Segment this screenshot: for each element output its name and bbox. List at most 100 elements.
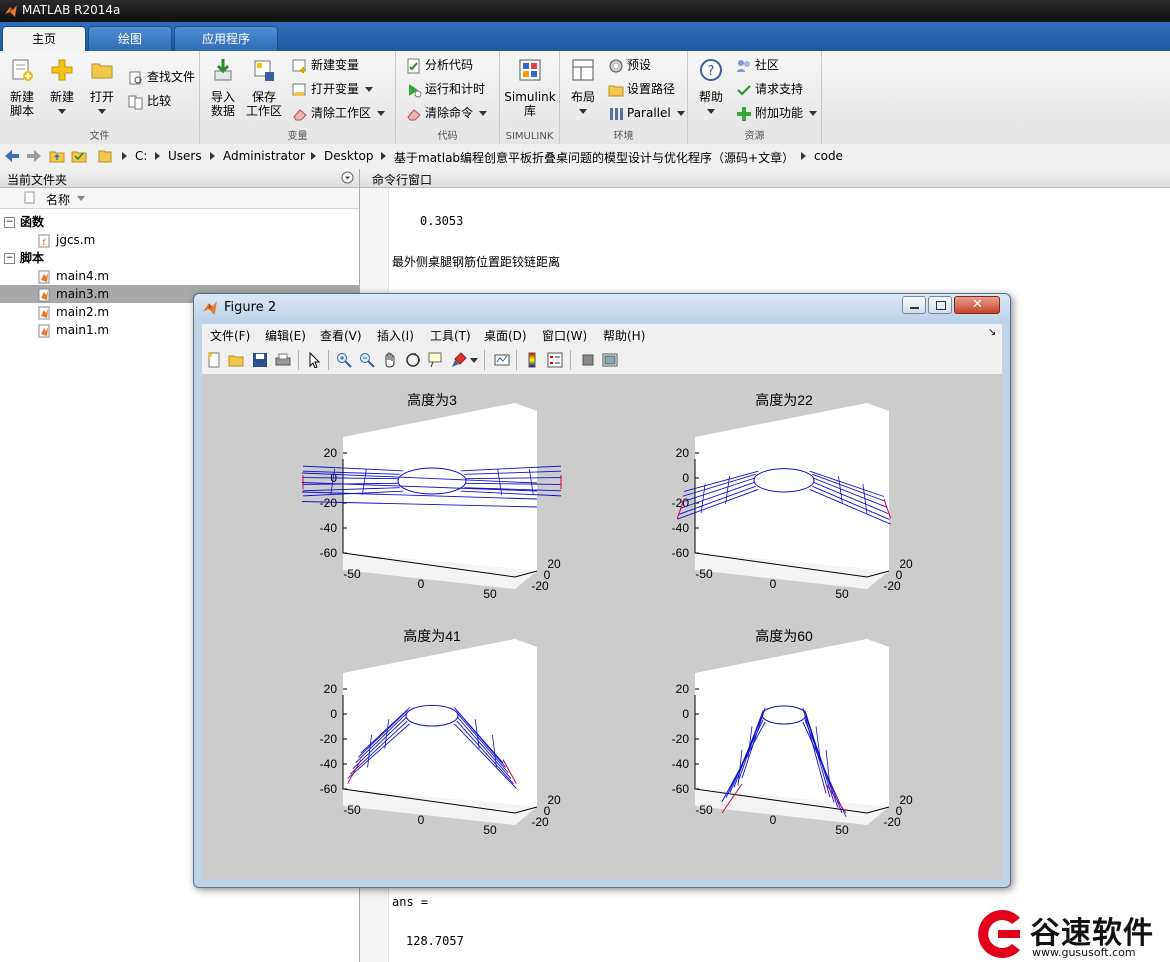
collapse-icon[interactable]: − — [4, 253, 15, 264]
pan-hand-icon[interactable] — [382, 352, 398, 368]
import-data-button[interactable]: 导入 数据 — [203, 57, 243, 118]
tab-home[interactable]: 主页 — [2, 26, 86, 51]
file-item[interactable]: main4.m — [38, 267, 109, 285]
layout-icon — [572, 59, 594, 81]
figure-window[interactable]: Figure 2 ✕ 文件(F) 编辑(E) 查看(V) 插入(I) 工具(T)… — [193, 293, 1011, 888]
close-button[interactable]: ✕ — [954, 296, 1000, 314]
run-time-icon — [409, 83, 422, 97]
x-tick-label: 50 — [835, 823, 849, 837]
tree-group-scripts[interactable]: − 脚本 — [4, 249, 44, 267]
new-figure-icon[interactable] — [206, 352, 222, 368]
browse-folder-icon[interactable] — [71, 148, 87, 164]
collapse-icon[interactable]: − — [4, 217, 15, 228]
clear-workspace-button[interactable]: 清除工作区 — [292, 103, 386, 123]
new-script-button[interactable]: 新建 脚本 — [2, 57, 42, 118]
simulink-library-button[interactable]: Simulink 库 — [504, 57, 556, 118]
tree-group-label: 脚本 — [20, 251, 45, 265]
file-item[interactable]: main1.m — [38, 321, 109, 339]
link-plot-icon[interactable] — [494, 352, 510, 368]
menu-help[interactable]: 帮助(H) — [603, 327, 645, 344]
menu-insert[interactable]: 插入(I) — [377, 327, 414, 344]
zoom-in-icon[interactable] — [336, 352, 352, 368]
back-arrow-icon[interactable] — [4, 149, 20, 163]
import-data-label: 导入 数据 — [210, 90, 235, 118]
legend-icon[interactable] — [547, 352, 563, 368]
breadcrumb-users[interactable]: Users — [168, 149, 202, 163]
menu-view[interactable]: 查看(V) — [320, 327, 362, 344]
brush-icon[interactable] — [451, 352, 467, 368]
tree-group-functions[interactable]: − 函数 — [4, 213, 44, 231]
find-files-button[interactable]: 查找文件 — [128, 67, 195, 87]
new-button[interactable]: 新建 — [42, 57, 82, 118]
up-folder-icon[interactable] — [49, 148, 65, 164]
breadcrumb-drive[interactable]: C: — [135, 149, 147, 163]
colorbar-icon[interactable] — [524, 352, 540, 368]
menu-desktop[interactable]: 桌面(D) — [484, 327, 527, 344]
current-folder-address-bar: C: Users Administrator Desktop 基于matlab编… — [0, 144, 1170, 170]
data-cursor-icon[interactable] — [428, 352, 444, 368]
file-item[interactable]: main2.m — [38, 303, 109, 321]
new-variable-button[interactable]: 新建变量 — [292, 55, 359, 75]
community-button[interactable]: 社区 — [736, 55, 779, 75]
preferences-button[interactable]: 预设 — [608, 55, 651, 75]
breadcrumb-administrator[interactable]: Administrator — [223, 149, 305, 163]
analyze-code-button[interactable]: 分析代码 — [406, 55, 473, 75]
menu-tools[interactable]: 工具(T) — [430, 327, 471, 344]
breadcrumb-project-folder[interactable]: 基于matlab编程创意平板折叠桌问题的模型设计与优化程序（源码+文章） — [394, 149, 794, 166]
run-and-time-button[interactable]: 运行和计时 — [406, 79, 485, 99]
rotate-3d-icon[interactable] — [405, 352, 421, 368]
parallel-label: Parallel — [627, 106, 671, 120]
save-icon[interactable] — [252, 352, 268, 368]
output-value: 0.3053 — [420, 214, 464, 228]
set-path-button[interactable]: 设置路径 — [608, 79, 675, 99]
z-tick-label: -20 — [320, 732, 338, 746]
toolbar-separator — [328, 350, 329, 370]
open-variable-button[interactable]: 打开变量 — [292, 79, 374, 99]
tab-apps[interactable]: 应用程序 — [174, 26, 278, 51]
maximize-button[interactable] — [928, 296, 952, 314]
hide-plot-tools-icon[interactable] — [580, 352, 596, 368]
find-files-icon — [129, 71, 142, 84]
menu-file[interactable]: 文件(F) — [210, 327, 250, 344]
pointer-icon[interactable] — [306, 352, 322, 368]
layout-button[interactable]: 布局 — [563, 57, 603, 118]
tab-plots[interactable]: 绘图 — [88, 26, 172, 51]
sort-chevron-icon[interactable] — [77, 196, 85, 201]
script-file-icon — [38, 288, 50, 301]
open-button[interactable]: 打开 — [82, 57, 122, 118]
compare-icon — [128, 95, 143, 109]
menu-window[interactable]: 窗口(W) — [542, 327, 587, 344]
z-tick-label: 0 — [330, 707, 337, 721]
breadcrumb-code[interactable]: code — [814, 149, 843, 163]
chevron-down-icon — [579, 109, 587, 114]
help-button[interactable]: ? 帮助 — [691, 57, 731, 118]
file-name: main1.m — [56, 323, 110, 337]
chevron-down-icon[interactable] — [470, 358, 478, 363]
add-ons-button[interactable]: 附加功能 — [736, 103, 818, 123]
subplot-3: 高度为41200-20-40-60-50050200-20 — [320, 628, 561, 837]
show-plot-tools-icon[interactable] — [602, 352, 618, 368]
file-item[interactable]: f jgcs.m — [38, 231, 95, 249]
column-header-name[interactable]: 名称 — [46, 191, 70, 208]
save-workspace-button[interactable]: 保存 工作区 — [244, 57, 284, 118]
clear-commands-button[interactable]: 清除命令 — [406, 103, 488, 123]
minimize-button[interactable] — [902, 296, 926, 314]
print-icon[interactable] — [275, 352, 291, 368]
zoom-out-icon[interactable] — [359, 352, 375, 368]
open-file-icon[interactable] — [228, 352, 244, 368]
request-support-button[interactable]: 请求支持 — [736, 79, 803, 99]
folder-icon — [608, 85, 624, 96]
community-icon — [737, 59, 750, 72]
compare-button[interactable]: 比较 — [128, 91, 171, 111]
matlab-logo-icon — [5, 5, 17, 17]
figure-title-bar[interactable]: Figure 2 ✕ — [194, 294, 1010, 322]
x-tick-label: 0 — [418, 577, 425, 591]
parallel-button[interactable]: Parallel — [608, 103, 685, 123]
dock-arrow-icon[interactable]: ↘ — [988, 327, 996, 338]
forward-arrow-icon[interactable] — [26, 149, 42, 163]
import-icon — [214, 59, 232, 81]
panel-actions-icon[interactable] — [341, 171, 354, 184]
menu-edit[interactable]: 编辑(E) — [265, 327, 306, 344]
breadcrumb-desktop[interactable]: Desktop — [324, 149, 374, 163]
z-tick-label: -20 — [672, 732, 690, 746]
